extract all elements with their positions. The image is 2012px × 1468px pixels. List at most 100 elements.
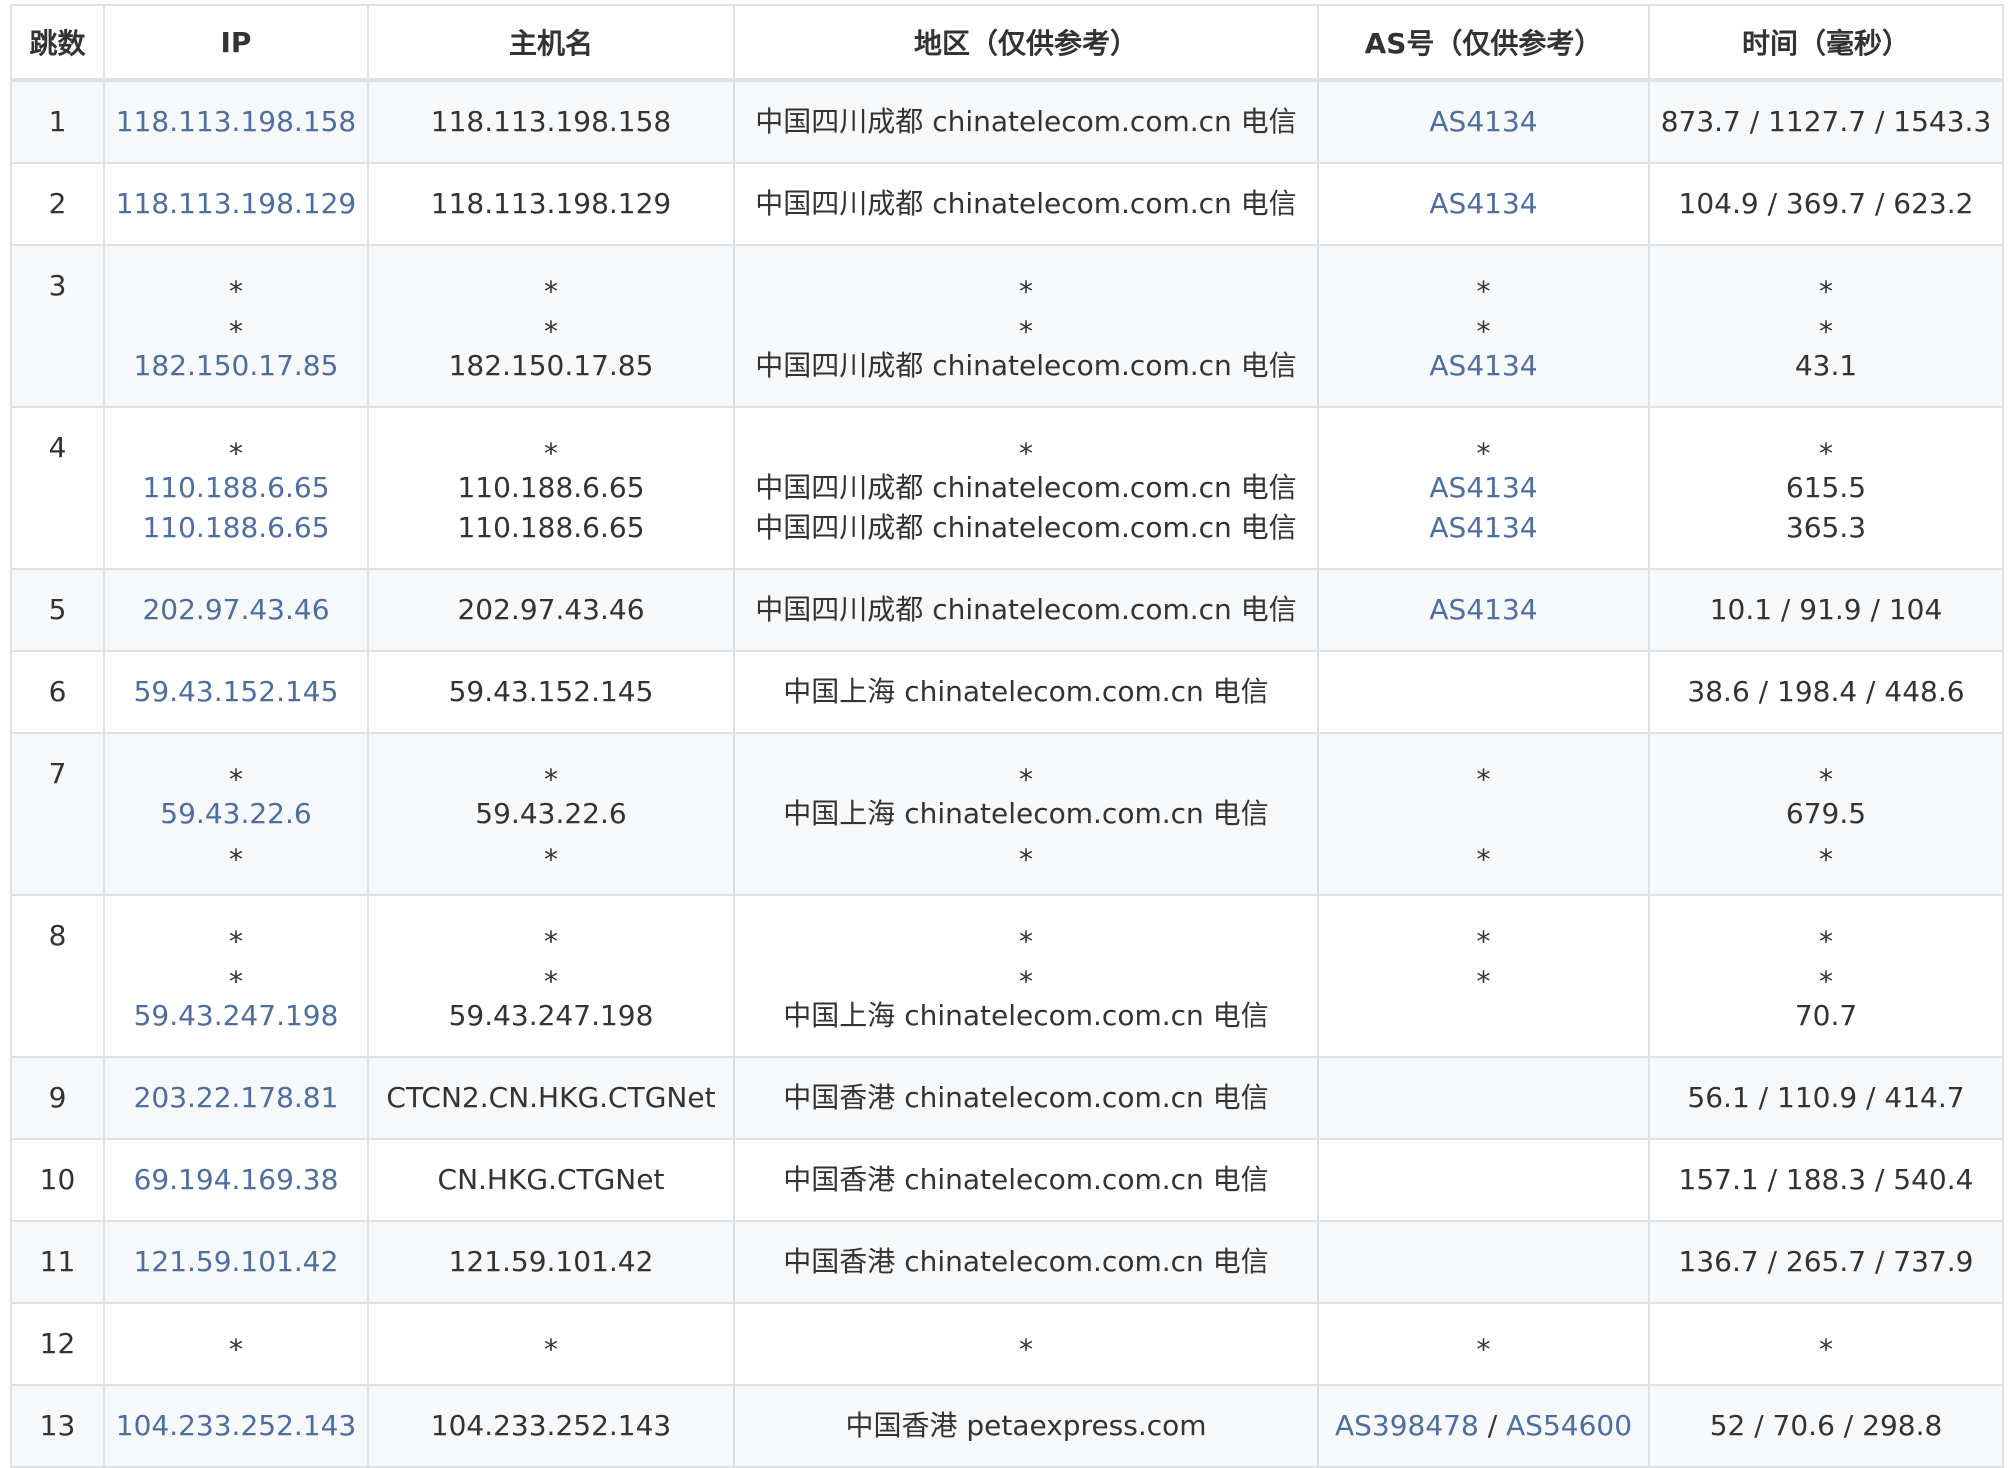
host-line: 59.43.22.6 [475, 797, 627, 830]
time-cell: 52 / 70.6 / 298.8 [1648, 1384, 2004, 1468]
region-line: 中国四川成都 chinatelecom.com.cn 电信 [755, 187, 1297, 220]
host-line: 59.43.247.198 [448, 999, 654, 1032]
time-line: 38.6 / 198.4 / 448.6 [1687, 675, 1965, 708]
time-line: 679.5 [1785, 797, 1867, 830]
as-cell [1317, 1138, 1650, 1222]
host-cell: * * 59.43.247.198 [367, 894, 735, 1058]
host-cell: * [367, 1302, 735, 1386]
ip-link[interactable]: 59.43.152.145 [134, 675, 339, 708]
time-cell: * 615.5 365.3 [1648, 406, 2004, 570]
ip-link[interactable]: 104.233.252.143 [116, 1409, 356, 1442]
region-line: 中国四川成都 chinatelecom.com.cn 电信 [755, 471, 1297, 504]
header-row: 跳数 IP 主机名 地区（仅供参考） AS号（仅供参考） 时间（毫秒） [10, 4, 2004, 82]
host-cell: CTCN2.CN.HKG.CTGNet [367, 1056, 735, 1140]
time-cell: 10.1 / 91.9 / 104 [1648, 568, 2004, 652]
table-row: 4 * 110.188.6.65 110.188.6.65 * 110.188.6.65 1… [10, 406, 2004, 570]
ip-line: 182.150.17.85 [105, 346, 367, 386]
ip-cell: * * 59.43.247.198 [103, 894, 369, 1058]
ip-line: 59.43.152.145 [105, 672, 367, 712]
ip-link[interactable]: 182.150.17.85 [134, 349, 339, 382]
hop-number: 2 [48, 187, 67, 220]
ip-line: 121.59.101.42 [105, 1242, 367, 1282]
hop-number: 12 [39, 1327, 76, 1360]
as-link[interactable]: AS4134 [1429, 511, 1537, 544]
ip-cell: 118.113.198.158 [103, 79, 369, 164]
ip-cell: 202.97.43.46 [103, 568, 369, 652]
hop-cell: 11 [10, 1220, 105, 1304]
table-row: 1 118.113.198.158 118.113.198.158 中国四川成都 ch… [10, 79, 2004, 164]
as-link[interactable]: AS4134 [1429, 593, 1537, 626]
table-row: 6 59.43.152.145 59.43.152.145 中国上海 chinatel… [10, 650, 2004, 734]
hop-cell: 12 [10, 1302, 105, 1386]
column-header-ip: IP [103, 4, 369, 82]
region-line: 中国四川成都 chinatelecom.com.cn 电信 [755, 105, 1297, 138]
ip-cell: * 110.188.6.65 110.188.6.65 [103, 406, 369, 570]
table-row: 2 118.113.198.129 118.113.198.129 中国四川成都 ch… [10, 162, 2004, 246]
as-link[interactable]: AS4134 [1429, 105, 1537, 138]
host-cell: CN.HKG.CTGNet [367, 1138, 735, 1222]
time-line: * [1819, 763, 1833, 796]
column-header-region: 地区（仅供参考） [733, 4, 1319, 82]
as-link[interactable]: AS54600 [1506, 1409, 1632, 1442]
region-line: * [1019, 843, 1033, 876]
time-line: * [1819, 843, 1833, 876]
ip-link[interactable]: 69.194.169.38 [134, 1163, 339, 1196]
region-cell: 中国四川成都 chinatelecom.com.cn 电信 [733, 79, 1319, 164]
time-line: * [1819, 1333, 1833, 1366]
ip-link[interactable]: 118.113.198.158 [116, 105, 356, 138]
time-cell: * [1648, 1302, 2004, 1386]
ip-link[interactable]: 110.188.6.65 [142, 511, 329, 544]
table-row: 3 * * 182.150.17.85 * * 182.150.17.85 * * 中国四川成都 … [10, 244, 2004, 408]
ip-cell: 203.22.178.81 [103, 1056, 369, 1140]
ip-link[interactable]: 59.43.247.198 [134, 999, 339, 1032]
host-line: * [544, 843, 558, 876]
region-cell: * 中国上海 chinatelecom.com.cn 电信 * [733, 732, 1319, 896]
time-line: 104.9 / 369.7 / 623.2 [1678, 187, 1974, 220]
region-cell: * * 中国四川成都 chinatelecom.com.cn 电信 [733, 244, 1319, 408]
as-line [1319, 996, 1648, 1036]
table-row: 10 69.194.169.38 CN.HKG.CTGNet 中国香港 chinate… [10, 1138, 2004, 1222]
as-link[interactable]: AS4134 [1429, 471, 1537, 504]
time-cell: 38.6 / 198.4 / 448.6 [1648, 650, 2004, 734]
region-line: * [1019, 925, 1033, 958]
region-line: 中国香港 petaexpress.com [845, 1409, 1207, 1442]
ip-line: * [229, 965, 243, 998]
region-line: 中国上海 chinatelecom.com.cn 电信 [783, 999, 1269, 1032]
region-cell: 中国香港 chinatelecom.com.cn 电信 [733, 1220, 1319, 1304]
time-line: 56.1 / 110.9 / 414.7 [1687, 1081, 1965, 1114]
time-line: * [1819, 925, 1833, 958]
time-line: 70.7 [1794, 999, 1858, 1032]
as-line: * [1476, 315, 1491, 348]
as-cell: AS4134 [1317, 162, 1650, 246]
as-cell: AS4134 [1317, 568, 1650, 652]
time-line: 10.1 / 91.9 / 104 [1709, 593, 1943, 626]
ip-cell: 104.233.252.143 [103, 1384, 369, 1468]
host-line: 118.113.198.129 [430, 187, 672, 220]
ip-link[interactable]: 110.188.6.65 [142, 471, 329, 504]
table-row: 9 203.22.178.81 CTCN2.CN.HKG.CTGNet 中国香港 ch… [10, 1056, 2004, 1140]
host-line: CTCN2.CN.HKG.CTGNet [386, 1081, 716, 1114]
ip-link[interactable]: 203.22.178.81 [134, 1081, 339, 1114]
region-cell: 中国香港 petaexpress.com [733, 1384, 1319, 1468]
host-cell: 202.97.43.46 [367, 568, 735, 652]
as-line: AS4134 [1319, 346, 1648, 386]
ip-link[interactable]: 118.113.198.129 [116, 187, 356, 220]
region-cell: * [733, 1302, 1319, 1386]
region-cell: * 中国四川成都 chinatelecom.com.cn 电信 中国四川成都 chi… [733, 406, 1319, 570]
as-link[interactable]: AS4134 [1429, 187, 1537, 220]
ip-line: * [229, 843, 243, 876]
hop-number: 11 [39, 1245, 76, 1278]
ip-link[interactable]: 121.59.101.42 [134, 1245, 339, 1278]
region-line: * [1019, 437, 1033, 470]
ip-link[interactable]: 59.43.22.6 [160, 797, 311, 830]
as-link[interactable]: AS398478 [1335, 1409, 1479, 1442]
as-line: AS4134 [1319, 102, 1648, 142]
hop-cell: 13 [10, 1384, 105, 1468]
ip-line: * [229, 275, 243, 308]
region-cell: * * 中国上海 chinatelecom.com.cn 电信 [733, 894, 1319, 1058]
hop-number: 6 [48, 675, 67, 708]
as-link[interactable]: AS4134 [1429, 349, 1537, 382]
as-line [1319, 1242, 1648, 1282]
as-line [1319, 1078, 1648, 1118]
ip-link[interactable]: 202.97.43.46 [142, 593, 329, 626]
